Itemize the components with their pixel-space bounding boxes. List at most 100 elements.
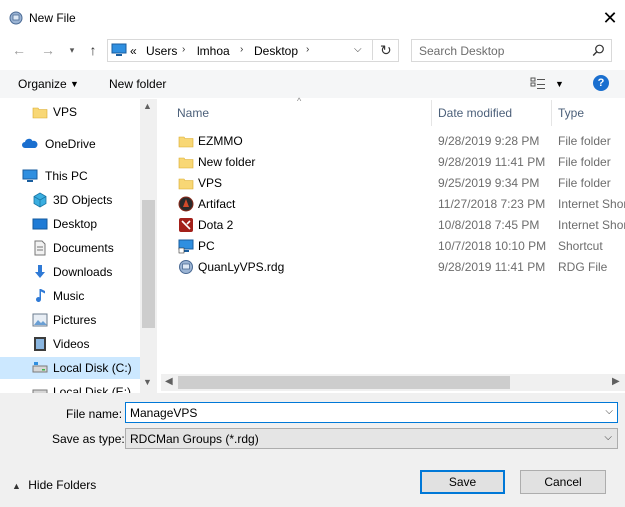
forward-arrow-icon[interactable]: → [38, 40, 58, 60]
save-type-label: Save as type: [52, 432, 125, 446]
file-row[interactable]: EZMMO 9/28/2019 9:28 PM File folder [170, 131, 625, 152]
cancel-button[interactable]: Cancel [520, 470, 606, 494]
organize-button[interactable]: Organize [18, 77, 67, 91]
file-name-input[interactable]: ManageVPS ⌵ [125, 402, 618, 423]
chevron-right-icon[interactable]: › [240, 44, 243, 55]
computer-icon [22, 169, 38, 182]
recent-chevron-down-icon[interactable]: ▾ [62, 40, 82, 60]
title-bar [0, 0, 625, 36]
chevron-right-icon[interactable]: › [306, 44, 309, 55]
desktop-icon [32, 218, 48, 230]
sidebar-item-music[interactable]: Music [0, 285, 140, 307]
save-button[interactable]: Save [420, 470, 505, 494]
close-button[interactable]: ✕ [598, 6, 622, 30]
file-row[interactable]: VPS 9/25/2019 9:34 PM File folder [170, 173, 625, 194]
folder-icon [178, 136, 194, 148]
file-row[interactable]: Artifact 11/27/2018 7:23 PM Internet Sho… [170, 194, 625, 215]
sidebar-item-label: OneDrive [45, 137, 96, 151]
file-row[interactable]: Dota 2 10/8/2018 7:45 PM Internet Shor [170, 215, 625, 236]
save-type-chevron-down-icon[interactable]: ⌵ [604, 432, 612, 443]
file-date: 9/28/2019 9:28 PM [438, 134, 540, 148]
sidebar-item-label: Videos [53, 337, 90, 351]
sidebar-item-pictures[interactable]: Pictures [0, 309, 140, 331]
file-name: QuanLyVPS.rdg [198, 260, 285, 274]
sidebar-item-label: Local Disk (C:) [53, 361, 132, 375]
cloud-icon [22, 138, 38, 148]
file-type: File folder [558, 176, 611, 190]
column-header-date[interactable]: Date modified [438, 106, 512, 120]
file-date: 10/8/2018 7:45 PM [438, 218, 540, 232]
chevron-right-icon[interactable]: › [182, 44, 185, 55]
sidebar-item-label: Pictures [53, 313, 97, 327]
horizontal-scrollbar-thumb[interactable] [178, 376, 510, 389]
file-name: PC [198, 239, 215, 253]
scroll-left-arrow-icon[interactable]: ◀ [165, 376, 173, 387]
save-type-value: RDCMan Groups (*.rdg) [130, 432, 259, 446]
view-chevron-down-icon[interactable]: ▼ [555, 79, 564, 89]
disk-icon [32, 362, 48, 373]
file-type: File folder [558, 134, 611, 148]
scroll-up-arrow-icon[interactable]: ▲ [143, 101, 152, 111]
back-arrow-icon[interactable]: ← [9, 40, 29, 60]
video-icon [34, 337, 46, 351]
document-icon [34, 240, 46, 256]
hide-folders-button[interactable]: ▲ Hide Folders [12, 478, 96, 492]
file-name: VPS [198, 176, 223, 190]
view-options-icon[interactable] [530, 77, 546, 90]
organize-chevron-down-icon[interactable]: ▼ [70, 79, 79, 89]
file-row[interactable]: New folder 9/28/2019 11:41 PM File folde… [170, 152, 625, 173]
pc-icon [111, 43, 127, 56]
file-date: 9/28/2019 11:41 PM [438, 260, 546, 274]
file-name-chevron-down-icon[interactable]: ⌵ [605, 406, 613, 417]
breadcrumb-user[interactable]: lmhoa [197, 44, 230, 58]
sidebar-item-desktop[interactable]: Desktop [0, 213, 140, 235]
sidebar-item-onedrive[interactable]: OneDrive [0, 133, 140, 155]
save-type-select[interactable]: RDCMan Groups (*.rdg) ⌵ [125, 428, 618, 449]
music-icon [36, 289, 45, 302]
column-separator[interactable] [431, 100, 432, 126]
sidebar-scrollbar-thumb[interactable] [142, 200, 155, 328]
file-type: RDG File [558, 260, 608, 274]
sidebar-item-vps[interactable]: VPS [0, 101, 140, 123]
help-icon[interactable]: ? [593, 75, 609, 91]
folder-icon [178, 157, 194, 169]
scroll-down-arrow-icon[interactable]: ▼ [143, 377, 152, 387]
file-row[interactable]: PC 10/7/2018 10:10 PM Shortcut [170, 236, 625, 257]
scroll-right-arrow-icon[interactable]: ▶ [612, 376, 620, 387]
sidebar-item-this-pc[interactable]: This PC [0, 165, 140, 187]
column-header-name[interactable]: Name [177, 106, 209, 120]
sidebar-item-3d-objects[interactable]: 3D Objects [0, 189, 140, 211]
breadcrumb-desktop[interactable]: Desktop [254, 44, 298, 58]
sidebar-item-downloads[interactable]: Downloads [0, 261, 140, 283]
sidebar-item-local-disk-e[interactable]: Local Disk (E:) [0, 381, 140, 393]
file-date: 9/25/2019 9:34 PM [438, 176, 540, 190]
dota-icon [179, 218, 193, 232]
sidebar-item-label: VPS [53, 105, 78, 119]
sidebar-item-label: This PC [45, 169, 88, 183]
column-separator[interactable] [551, 100, 552, 126]
sidebar-item-documents[interactable]: Documents [0, 237, 140, 259]
breadcrumb-users[interactable]: Users [146, 44, 177, 58]
search-icon [592, 44, 604, 56]
search-input[interactable]: Search Desktop [411, 39, 612, 62]
picture-icon [32, 313, 48, 327]
file-name: Dota 2 [198, 218, 234, 232]
sidebar-item-videos[interactable]: Videos [0, 333, 140, 355]
address-bar[interactable]: « Users › lmhoa › Desktop › ⌵ ↻ [107, 39, 399, 62]
sidebar-item-local-disk-c[interactable]: Local Disk (C:) [0, 357, 140, 379]
search-placeholder: Search Desktop [419, 44, 505, 58]
pc-shortcut-icon [178, 239, 194, 254]
refresh-icon[interactable]: ↻ [380, 42, 392, 59]
column-header-type[interactable]: Type [558, 106, 584, 120]
up-arrow-icon[interactable]: ↑ [83, 40, 103, 60]
window-title: New File [29, 11, 76, 25]
address-dropdown-chevron-icon[interactable]: ⌵ [354, 44, 362, 55]
sort-arrow-icon: ^ [297, 96, 302, 106]
file-row[interactable]: QuanLyVPS.rdg 9/28/2019 11:41 PM RDG Fil… [170, 257, 625, 278]
command-toolbar: Organize ▼ New folder ▼ [0, 70, 625, 98]
new-folder-button[interactable]: New folder [109, 77, 166, 91]
sidebar-item-label: Music [53, 289, 85, 303]
file-date: 10/7/2018 10:10 PM [438, 239, 547, 253]
folder-icon [32, 107, 48, 119]
breadcrumb-overflow[interactable]: « [130, 44, 137, 58]
